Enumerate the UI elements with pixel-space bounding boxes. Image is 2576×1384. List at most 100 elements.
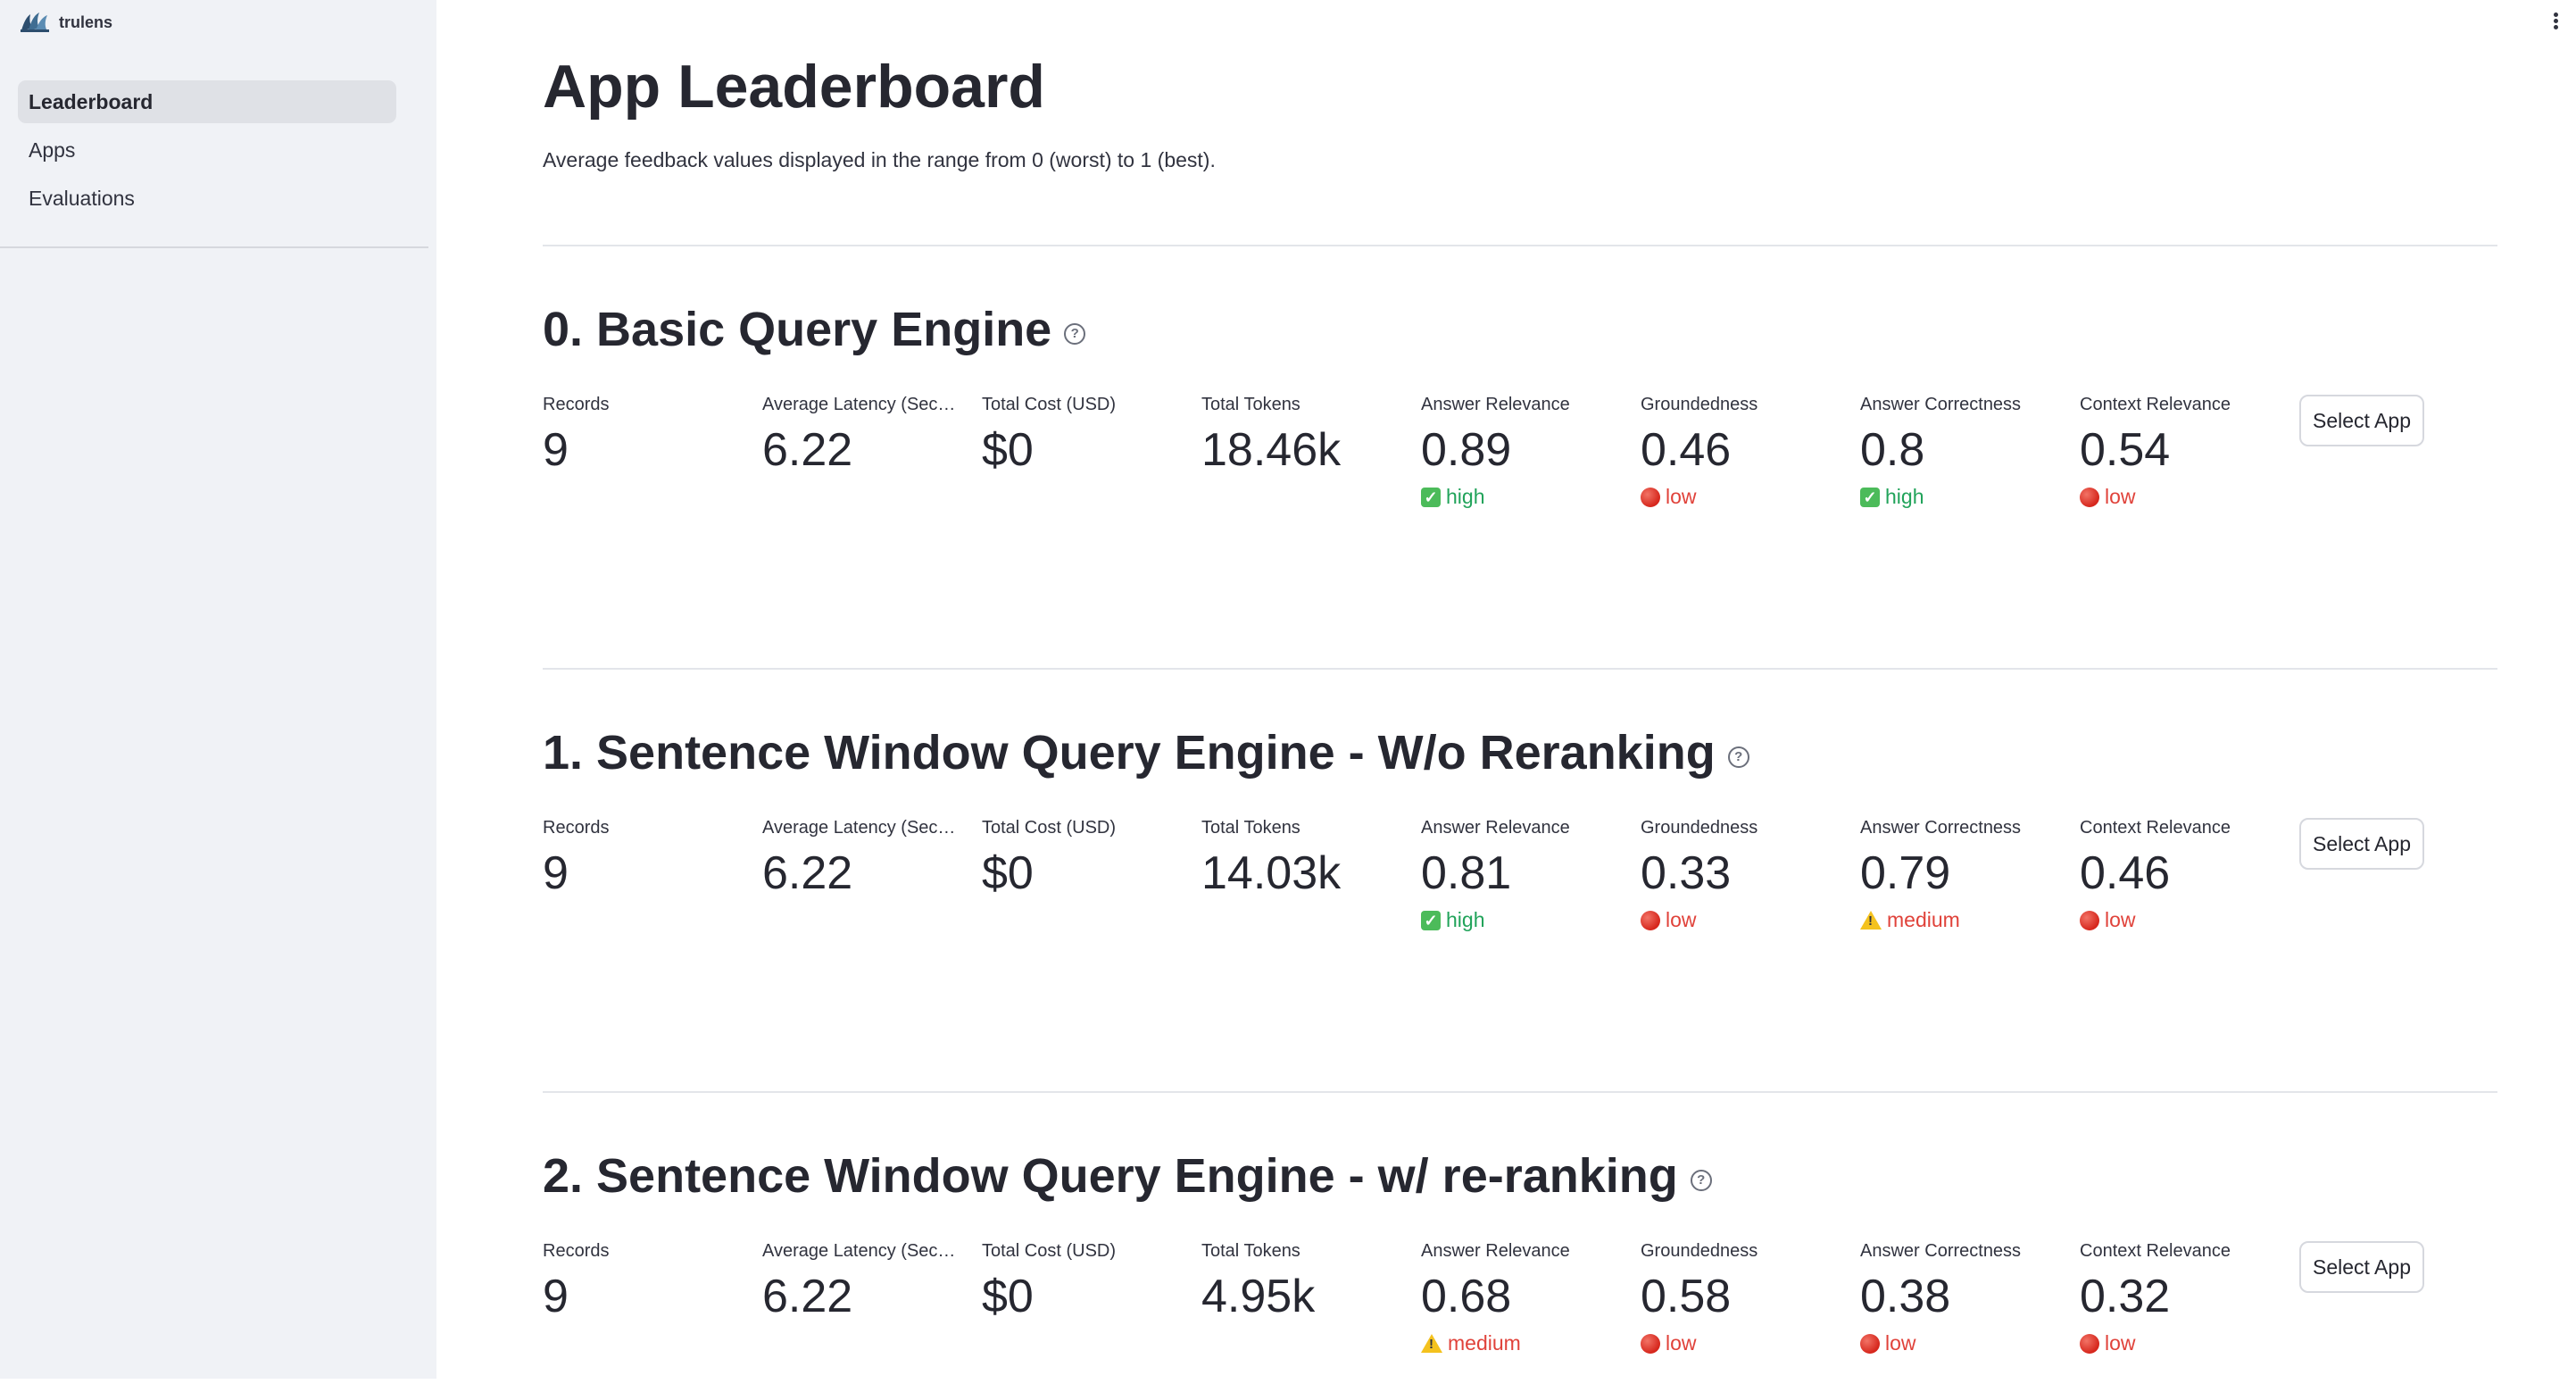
metric-value: 0.89	[1421, 424, 1512, 476]
metric-value: $0	[982, 424, 1034, 476]
metric-label: Context Relevance	[2080, 818, 2231, 838]
app-title-text: 2. Sentence Window Query Engine - w/ re-…	[543, 1149, 1678, 1203]
metric-value: 0.54	[2080, 424, 2171, 476]
trulens-logo-icon	[21, 13, 49, 32]
check-icon: ✓	[1421, 487, 1441, 507]
sidebar: trulens Leaderboard Apps Evaluations	[0, 0, 436, 1379]
metric-label: Context Relevance	[2080, 1241, 2231, 1261]
metric-delta-text: low	[2105, 1331, 2136, 1355]
red-circle-icon	[1860, 1333, 1880, 1354]
metric-answer-relevance: Answer Relevance 0.68 medium	[1421, 1241, 1626, 1355]
metric-value: 0.8	[1860, 424, 1925, 476]
metric-label: Records	[543, 395, 610, 414]
metric-value: 0.33	[1641, 847, 1732, 899]
metric-label: Answer Correctness	[1860, 1241, 2022, 1261]
metric-delta: ✓ high	[1860, 485, 2065, 509]
metric-value: $0	[982, 1271, 1034, 1322]
app-metrics-row: Records 9 Average Latency (Seco… 6.22 Total …	[543, 1241, 2497, 1384]
metric-delta-text: low	[1666, 908, 1697, 931]
metric-delta: medium	[1421, 1331, 1626, 1355]
help-icon[interactable]: ?	[1064, 323, 1086, 345]
sidebar-item-evaluations[interactable]: Evaluations	[18, 177, 396, 220]
metric-average-latency: Average Latency (Seco… 6.22	[762, 818, 968, 899]
metric-label: Answer Relevance	[1421, 818, 1570, 838]
metric-delta: low	[2080, 908, 2285, 932]
select-app-button[interactable]: Select App	[2299, 395, 2424, 446]
metric-label: Total Cost (USD)	[982, 1241, 1117, 1261]
metric-label: Context Relevance	[2080, 395, 2231, 414]
metric-value: 9	[543, 847, 569, 899]
metric-records: Records 9	[543, 1241, 748, 1322]
metric-delta-text: high	[1446, 485, 1485, 508]
warning-icon	[1421, 1334, 1442, 1353]
metric-answer-relevance: Answer Relevance 0.89 ✓ high	[1421, 395, 1626, 509]
check-icon: ✓	[1421, 910, 1441, 930]
metric-value: 0.46	[1641, 424, 1732, 476]
metric-label: Total Tokens	[1201, 1241, 1300, 1261]
metric-answer-correctness: Answer Correctness 0.8 ✓ high	[1860, 395, 2065, 509]
red-circle-icon	[2080, 910, 2099, 930]
metric-value: 0.32	[2080, 1271, 2171, 1322]
metric-label: Answer Correctness	[1860, 395, 2022, 414]
metric-delta-text: medium	[1448, 1331, 1521, 1355]
metric-groundedness: Groundedness 0.46 low	[1641, 395, 1846, 509]
logo[interactable]: trulens	[20, 11, 112, 34]
metric-delta: low	[1641, 908, 1846, 932]
red-circle-icon	[1641, 910, 1660, 930]
red-circle-icon	[1641, 1333, 1660, 1354]
check-icon: ✓	[1860, 487, 1880, 507]
app-title: 1. Sentence Window Query Engine - W/o Re…	[543, 725, 1749, 780]
metric-delta: low	[1860, 1331, 2065, 1355]
red-circle-icon	[2080, 1333, 2099, 1354]
page-caption: Average feedback values displayed in the…	[543, 148, 1216, 171]
app-title-text: 1. Sentence Window Query Engine - W/o Re…	[543, 726, 1716, 780]
metric-value: 6.22	[762, 1271, 853, 1322]
metric-value: 4.95k	[1201, 1271, 1316, 1322]
metric-delta: medium	[1860, 908, 2065, 932]
metric-delta: low	[1641, 485, 1846, 509]
metric-delta-text: high	[1446, 908, 1485, 931]
metric-delta: ✓ high	[1421, 908, 1626, 932]
metric-total-tokens: Total Tokens 18.46k	[1201, 395, 1407, 476]
app-title-text: 0. Basic Query Engine	[543, 303, 1052, 356]
metric-label: Total Tokens	[1201, 395, 1300, 414]
metric-value: 0.68	[1421, 1271, 1512, 1322]
metric-average-latency: Average Latency (Seco… 6.22	[762, 1241, 968, 1322]
select-app-button[interactable]: Select App	[2299, 818, 2424, 870]
app-metrics-row: Records 9 Average Latency (Seco… 6.22 Total …	[543, 818, 2497, 961]
sidebar-divider	[0, 246, 428, 248]
logo-text: trulens	[59, 13, 113, 31]
sidebar-item-apps[interactable]: Apps	[18, 129, 396, 171]
metric-label: Answer Relevance	[1421, 395, 1570, 414]
metric-context-relevance: Context Relevance 0.54 low	[2080, 395, 2285, 509]
metric-value: 6.22	[762, 847, 853, 899]
metric-total-tokens: Total Tokens 14.03k	[1201, 818, 1407, 899]
help-icon[interactable]: ?	[1690, 1170, 1712, 1191]
metric-delta: low	[2080, 1331, 2285, 1355]
metric-total-cost: Total Cost (USD) $0	[982, 1241, 1187, 1322]
metric-answer-correctness: Answer Correctness 0.38 low	[1860, 1241, 2065, 1355]
metric-label: Groundedness	[1641, 818, 1758, 838]
metric-label: Average Latency (Seco…	[762, 395, 957, 414]
metric-delta: low	[2080, 485, 2285, 509]
red-circle-icon	[1641, 487, 1660, 507]
more-options-icon[interactable]	[2551, 11, 2560, 34]
metric-answer-correctness: Answer Correctness 0.79 medium	[1860, 818, 2065, 932]
app-title: 0. Basic Query Engine?	[543, 302, 1086, 357]
metric-value: 6.22	[762, 424, 853, 476]
select-app-button[interactable]: Select App	[2299, 1241, 2424, 1293]
metric-delta-text: low	[1666, 1331, 1697, 1355]
metric-value: 14.03k	[1201, 847, 1342, 899]
metric-value: 9	[543, 1271, 569, 1322]
metric-value: 18.46k	[1201, 424, 1342, 476]
metric-groundedness: Groundedness 0.33 low	[1641, 818, 1846, 932]
sidebar-item-leaderboard[interactable]: Leaderboard	[18, 80, 396, 123]
app-title: 2. Sentence Window Query Engine - w/ re-…	[543, 1148, 1712, 1204]
metric-value: 0.38	[1860, 1271, 1951, 1322]
metric-value: 9	[543, 424, 569, 476]
metric-delta-text: low	[2105, 485, 2136, 508]
help-icon[interactable]: ?	[1727, 746, 1749, 768]
metric-label: Average Latency (Seco…	[762, 818, 957, 838]
divider	[543, 668, 2497, 670]
metric-label: Answer Correctness	[1860, 818, 2022, 838]
